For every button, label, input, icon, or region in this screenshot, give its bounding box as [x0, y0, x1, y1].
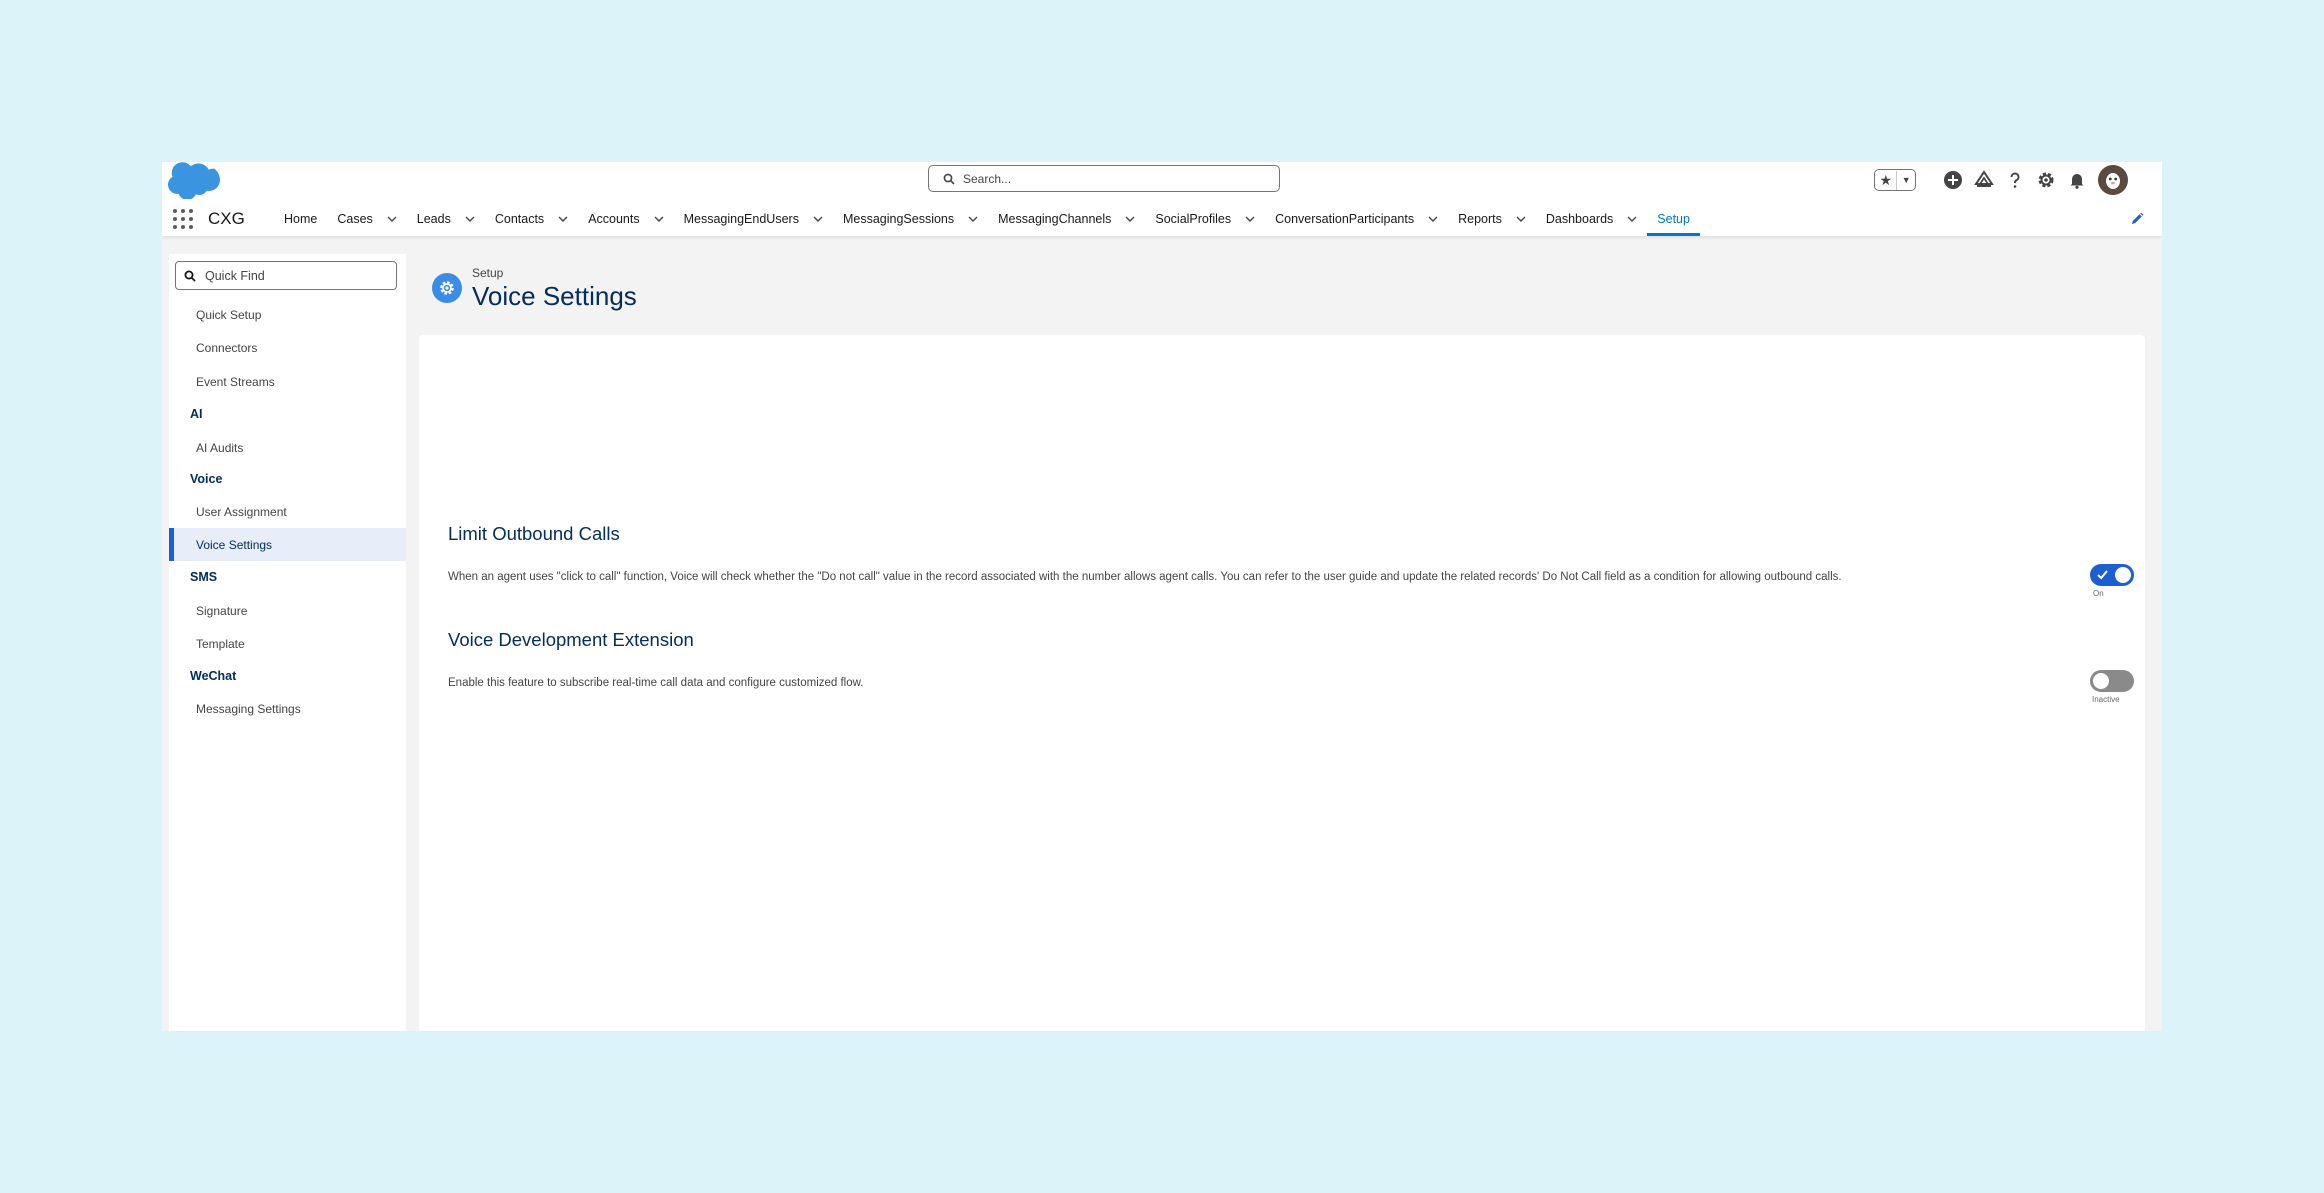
nav-item-contacts[interactable]: Contacts [485, 202, 578, 236]
nav-item-dashboards[interactable]: Dashboards [1536, 202, 1647, 236]
sidebar-item-event-streams[interactable]: Event Streams [169, 365, 406, 398]
toggle-status-label: Inactive [2092, 695, 2120, 704]
chevron-down-icon[interactable] [387, 216, 397, 222]
nav-item-label: Accounts [588, 212, 640, 226]
chevron-down-icon[interactable] [465, 216, 475, 222]
nav-items: Home Cases Leads Contacts Accounts MessagingE… [274, 202, 1700, 236]
nav-item-label: Dashboards [1545, 212, 1614, 226]
nav-item-conversationparticipants[interactable]: ConversationParticipants [1265, 202, 1448, 236]
salesforce-logo[interactable] [168, 162, 220, 200]
chevron-down-icon[interactable] [1627, 216, 1637, 222]
checkmark-icon [2097, 570, 2108, 580]
sidebar-section-voice: Voice [190, 472, 223, 486]
search-placeholder: Search... [963, 171, 1012, 186]
setting-title-limit-outbound-calls: Limit Outbound Calls [448, 523, 620, 544]
nav-item-label: Cases [337, 212, 373, 226]
voice-development-extension-toggle[interactable] [2090, 670, 2134, 692]
page-title: Voice Settings [472, 281, 637, 311]
search-icon [184, 270, 196, 282]
nav-item-label: Contacts [494, 212, 545, 226]
sidebar-item-label: Voice Settings [196, 537, 273, 552]
settings-card: Limit Outbound Calls When an agent uses … [419, 335, 2145, 1031]
global-search-input[interactable]: Search... [928, 165, 1280, 192]
setup-sidebar: Quick Find Quick Setup Connectors Event St… [169, 254, 406, 1031]
sidebar-item-label: Quick Setup [196, 307, 262, 322]
chevron-down-icon[interactable] [1516, 216, 1526, 222]
sidebar-item-label: User Assignment [196, 504, 287, 519]
limit-outbound-calls-toggle[interactable] [2090, 564, 2134, 586]
setting-title-voice-development-extension: Voice Development Extension [448, 629, 694, 650]
chevron-down-icon[interactable] [813, 216, 823, 222]
setup-gear-icon [432, 273, 462, 303]
trailhead-icon[interactable] [1974, 170, 1994, 190]
nav-item-socialprofiles[interactable]: SocialProfiles [1145, 202, 1265, 236]
sidebar-item-label: AI Audits [196, 440, 244, 455]
sidebar-item-template[interactable]: Template [169, 627, 406, 660]
star-icon[interactable]: ★ [1875, 170, 1898, 190]
chevron-down-icon[interactable] [654, 216, 664, 222]
setup-gear-icon[interactable] [2036, 170, 2056, 190]
quick-find-input[interactable]: Quick Find [175, 261, 397, 290]
app-window: Search... ★ ▼ CXG Home Cases Leads Conta… [162, 162, 2162, 1031]
sidebar-item-voice-settings[interactable]: Voice Settings [169, 528, 406, 561]
sidebar-item-label: Messaging Settings [196, 701, 301, 716]
nav-item-setup[interactable]: Setup [1647, 202, 1700, 236]
sidebar-item-label: Template [196, 636, 245, 651]
sidebar-item-ai-audits[interactable]: AI Audits [169, 431, 406, 464]
nav-item-label: Setup [1657, 212, 1690, 226]
chevron-down-icon[interactable] [968, 216, 978, 222]
breadcrumb: Setup [472, 266, 504, 280]
nav-item-label: Home [284, 212, 318, 226]
user-avatar[interactable] [2098, 165, 2128, 195]
sidebar-item-label: Event Streams [196, 374, 275, 389]
sidebar-item-user-assignment[interactable]: User Assignment [169, 495, 406, 528]
nav-item-reports[interactable]: Reports [1448, 202, 1536, 236]
nav-item-label: MessagingChannels [998, 212, 1112, 226]
nav-item-label: MessagingSessions [842, 212, 955, 226]
nav-item-messagingsessions[interactable]: MessagingSessions [833, 202, 988, 236]
global-header: Search... ★ ▼ CXG Home Cases Leads Conta… [162, 162, 2162, 236]
toggle-knob [2115, 567, 2131, 583]
favorites-button[interactable]: ★ ▼ [1874, 169, 1916, 191]
chevron-down-icon[interactable] [1428, 216, 1438, 222]
quick-find-placeholder: Quick Find [205, 268, 265, 283]
toggle-status-label: On [2093, 589, 2104, 598]
toggle-knob [2093, 673, 2109, 689]
edit-nav-pencil-icon[interactable] [2130, 212, 2144, 231]
header-utility-icons: ★ ▼ [1874, 164, 2128, 196]
nav-item-leads[interactable]: Leads [407, 202, 485, 236]
sidebar-item-label: Signature [196, 603, 248, 618]
nav-item-label: Reports [1458, 212, 1502, 226]
nav-item-accounts[interactable]: Accounts [578, 202, 673, 236]
nav-item-label: SocialProfiles [1155, 212, 1232, 226]
nav-item-home[interactable]: Home [274, 202, 327, 236]
notifications-bell-icon[interactable] [2067, 170, 2087, 190]
setting-description-voice-development-extension: Enable this feature to subscribe real-ti… [448, 677, 864, 689]
sidebar-item-connectors[interactable]: Connectors [169, 331, 406, 364]
sidebar-section-wechat: WeChat [190, 669, 237, 683]
help-icon[interactable] [2005, 170, 2025, 190]
sidebar-section-sms: SMS [190, 570, 218, 584]
search-icon [943, 173, 955, 185]
nav-item-messagingendusers[interactable]: MessagingEndUsers [674, 202, 833, 236]
sidebar-item-label: Connectors [196, 340, 258, 355]
app-name: CXG [208, 209, 245, 228]
navigation-bar: CXG Home Cases Leads Contacts Accounts Messag… [162, 202, 2162, 236]
nav-item-label: MessagingEndUsers [683, 212, 799, 226]
nav-item-label: ConversationParticipants [1275, 212, 1415, 226]
setting-description-limit-outbound-calls: When an agent uses "click to call" funct… [448, 571, 1842, 583]
chevron-down-icon[interactable] [558, 216, 568, 222]
sidebar-section-ai: AI [190, 407, 203, 421]
sidebar-item-signature[interactable]: Signature [169, 594, 406, 627]
sidebar-item-messaging-settings[interactable]: Messaging Settings [169, 692, 406, 725]
nav-item-messagingchannels[interactable]: MessagingChannels [988, 202, 1145, 236]
nav-item-cases[interactable]: Cases [327, 202, 406, 236]
chevron-down-icon[interactable] [1245, 216, 1255, 222]
nav-item-label: Leads [416, 212, 451, 226]
global-actions-add-icon[interactable] [1943, 170, 1963, 190]
sidebar-item-quick-setup[interactable]: Quick Setup [169, 298, 406, 331]
caret-down-icon[interactable]: ▼ [1897, 175, 1915, 185]
app-launcher-icon[interactable] [173, 209, 193, 229]
chevron-down-icon[interactable] [1125, 216, 1135, 222]
